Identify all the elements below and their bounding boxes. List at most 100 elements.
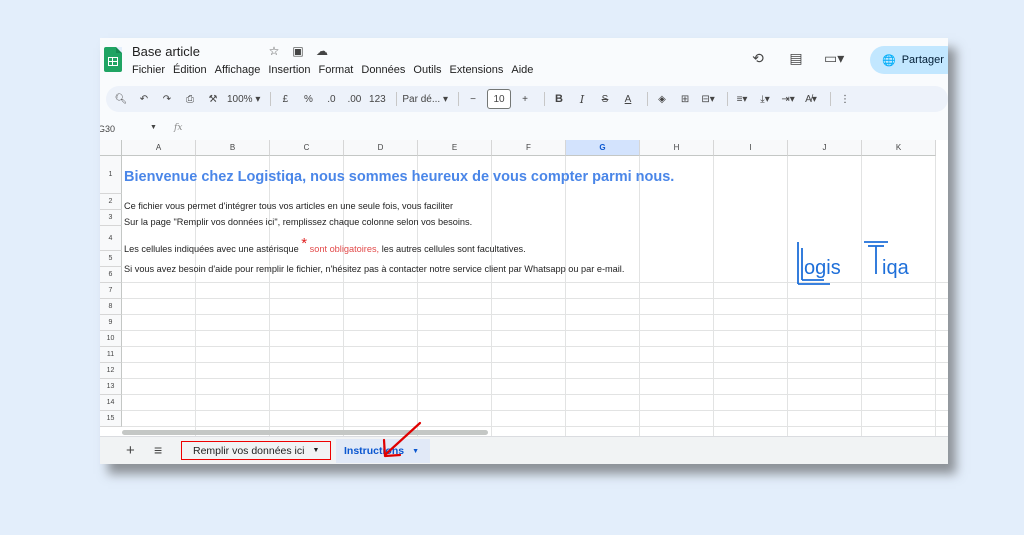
search-menus-icon[interactable]: 🔍︎ xyxy=(112,89,130,109)
row-gridline xyxy=(122,410,948,411)
merge-cells-icon[interactable]: ⊟▾ xyxy=(699,89,717,109)
menu-affichage[interactable]: Affichage xyxy=(215,64,266,76)
cloud-status-icon[interactable]: ☁ xyxy=(314,44,330,58)
menu-fichier[interactable]: Fichier xyxy=(132,64,170,76)
column-header-j[interactable]: J xyxy=(788,140,862,156)
history-icon[interactable]: ⟲ xyxy=(748,50,768,67)
paint-format-icon[interactable]: ⚒ xyxy=(204,89,222,109)
chevron-down-icon[interactable]: ▼ xyxy=(150,124,157,131)
row-header-7[interactable]: 7 xyxy=(100,283,122,299)
print-icon[interactable]: ⎙ xyxy=(181,89,199,109)
toolbar-divider xyxy=(544,92,546,106)
cell-row-4[interactable]: Les cellules indiquées avec une astérisq… xyxy=(124,235,526,256)
number-format-button[interactable]: 123 xyxy=(368,89,386,109)
column-header-c[interactable]: C xyxy=(270,140,344,156)
column-header-a[interactable]: A xyxy=(122,140,196,156)
row-header-2[interactable]: 2 xyxy=(100,194,122,210)
row-header-14[interactable]: 14 xyxy=(100,395,122,411)
column-header-i[interactable]: I xyxy=(714,140,788,156)
column-header-k[interactable]: K xyxy=(862,140,936,156)
cell-row-2[interactable]: Ce fichier vous permet d'intégrer tous v… xyxy=(124,201,453,211)
row-header-13[interactable]: 13 xyxy=(100,379,122,395)
document-title[interactable]: Base article xyxy=(132,44,200,59)
column-header-h[interactable]: H xyxy=(640,140,714,156)
optional-note: les autres cellules sont facultatives. xyxy=(381,244,526,254)
cell-row-5[interactable]: Si vous avez besoin d'aide pour remplir … xyxy=(124,264,624,274)
text-wrap-icon[interactable]: ⇥▾ xyxy=(779,89,797,109)
align-vertical-icon[interactable]: ⤓▾ xyxy=(756,89,774,109)
redo-icon[interactable]: ↷ xyxy=(158,89,176,109)
toolbar-divider xyxy=(727,92,729,106)
row-header-4[interactable]: 4 xyxy=(100,226,122,251)
fill-color-icon[interactable]: ◈ xyxy=(653,89,671,109)
tab-remplir[interactable]: Remplir vos données ici ▼ xyxy=(181,441,331,460)
welcome-heading[interactable]: Bienvenue chez Logistiqa, nous sommes he… xyxy=(124,169,674,185)
title-actions: ☆ ▣ ☁ xyxy=(266,44,330,58)
menu-format[interactable]: Format xyxy=(319,64,359,76)
row-header-12[interactable]: 12 xyxy=(100,363,122,379)
bold-button[interactable]: B xyxy=(550,89,568,109)
borders-icon[interactable]: ⊞ xyxy=(676,89,694,109)
row-gridline xyxy=(122,298,948,299)
star-icon[interactable]: ☆ xyxy=(266,44,282,58)
column-header-b[interactable]: B xyxy=(196,140,270,156)
select-all-corner[interactable] xyxy=(100,140,122,156)
row-gridline xyxy=(122,378,948,379)
menu-edition[interactable]: Édition xyxy=(173,64,212,76)
name-box[interactable]: G30 xyxy=(100,124,115,134)
cell-row-3[interactable]: Sur la page "Remplir vos données ici", r… xyxy=(124,217,472,227)
increase-decimal-button[interactable]: .00 xyxy=(345,89,363,109)
toolbar-divider xyxy=(647,92,649,106)
strikethrough-button[interactable]: S xyxy=(596,89,614,109)
font-size-input[interactable]: 10 xyxy=(487,89,512,109)
menu-insertion[interactable]: Insertion xyxy=(268,64,315,76)
row-header-15[interactable]: 15 xyxy=(100,411,122,427)
row-header-1[interactable]: 1 xyxy=(100,156,122,194)
font-select[interactable]: Par dé... ▾ xyxy=(402,89,448,109)
row-header-10[interactable]: 10 xyxy=(100,331,122,347)
italic-button[interactable]: I xyxy=(573,89,591,109)
undo-icon[interactable]: ↶ xyxy=(135,89,153,109)
horizontal-scrollbar[interactable] xyxy=(122,430,488,435)
percent-format-button[interactable]: % xyxy=(299,89,317,109)
brand-text-left: ogis xyxy=(804,257,841,279)
row-header-11[interactable]: 11 xyxy=(100,347,122,363)
all-sheets-icon[interactable]: ≡ xyxy=(154,442,162,458)
row-header-8[interactable]: 8 xyxy=(100,299,122,315)
row-gridline xyxy=(122,394,948,395)
share-button[interactable]: 🌐 Partager xyxy=(870,46,948,74)
column-header-d[interactable]: D xyxy=(344,140,418,156)
decrease-decimal-button[interactable]: .0 xyxy=(322,89,340,109)
column-header-f[interactable]: F xyxy=(492,140,566,156)
chevron-down-icon[interactable]: ▼ xyxy=(312,447,319,454)
menu-extensions[interactable]: Extensions xyxy=(450,64,509,76)
text-color-button[interactable]: A xyxy=(619,89,637,109)
comments-icon[interactable]: ▤ xyxy=(786,50,806,67)
add-sheet-icon[interactable]: + xyxy=(126,442,135,459)
align-horizontal-icon[interactable]: ≡▾ xyxy=(733,89,751,109)
text-rotate-icon[interactable]: A̸▾ xyxy=(802,89,820,109)
brand-text-right: iqa xyxy=(882,257,910,279)
zoom-select[interactable]: 100% ▾ xyxy=(227,89,260,109)
row-header-9[interactable]: 9 xyxy=(100,315,122,331)
row-gridline xyxy=(122,426,948,427)
column-header-e[interactable]: E xyxy=(418,140,492,156)
more-options-icon[interactable]: ⋮ xyxy=(836,89,854,109)
row-header-5[interactable]: 5 xyxy=(100,251,122,267)
font-size-increase-button[interactable]: + xyxy=(516,89,534,109)
menu-donnees[interactable]: Données xyxy=(361,64,410,76)
sheets-logo-icon[interactable] xyxy=(104,47,122,72)
row-header-3[interactable]: 3 xyxy=(100,210,122,226)
globe-icon: 🌐 xyxy=(882,54,896,67)
menu-outils[interactable]: Outils xyxy=(413,64,446,76)
font-size-decrease-button[interactable]: − xyxy=(464,89,482,109)
menu-aide[interactable]: Aide xyxy=(511,64,538,76)
sheet-grid[interactable]: ABCDEFGHIJK 1 2 3 4 5 6 7 8 9 10 11 12 13 14 15 Bienve… xyxy=(100,140,948,436)
meet-icon[interactable]: ▭▾ xyxy=(824,50,844,67)
share-label: Partager xyxy=(901,54,944,66)
row-header-6[interactable]: 6 xyxy=(100,267,122,283)
move-folder-icon[interactable]: ▣ xyxy=(290,44,306,58)
menu-bar: Fichier Édition Affichage Insertion Form… xyxy=(132,64,541,76)
currency-format-button[interactable]: £ xyxy=(276,89,294,109)
column-header-g[interactable]: G xyxy=(566,140,640,156)
